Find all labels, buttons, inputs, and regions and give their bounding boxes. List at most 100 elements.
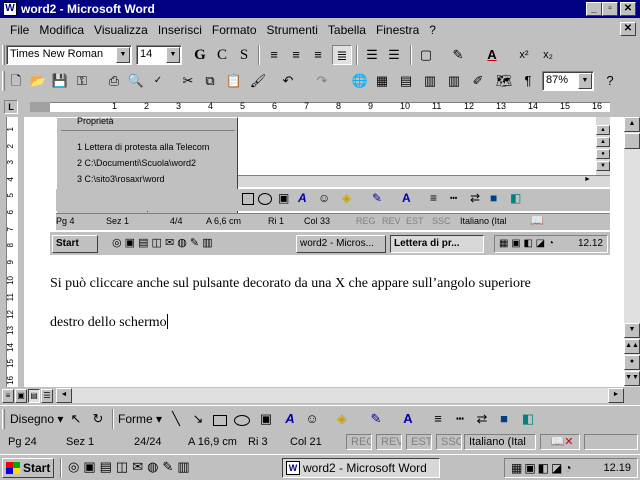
document-close-button[interactable]: ✕ [620,22,636,36]
menu-tabella[interactable]: Tabella [328,23,366,37]
subscript-icon[interactable]: x₂ [538,45,558,65]
line-style-icon[interactable]: ≡ [428,409,448,429]
save-icon[interactable]: 💾 [50,71,70,91]
word-app-icon[interactable]: W [3,2,17,16]
status-language[interactable]: Italiano (Ital [464,434,536,450]
shadow-icon[interactable]: ■ [494,409,514,429]
copy-icon[interactable]: ⧉ [200,71,220,91]
chevron-down-icon[interactable]: ▼ [578,73,592,89]
drawing-icon[interactable]: ✐ [468,71,488,91]
minimize-button[interactable]: _ [586,2,602,16]
maximize-button[interactable]: ▫ [602,2,618,16]
insert-table-icon[interactable]: ▤ [396,71,416,91]
menu-inserisci[interactable]: Inserisci [158,23,202,37]
scroll-up-icon[interactable]: ▲ [624,117,640,132]
cut-icon[interactable]: ✂ [178,71,198,91]
wordart-icon[interactable]: A [280,409,300,429]
bullets-icon[interactable]: ☰ [384,45,404,65]
status-reg[interactable]: REG [346,434,372,450]
menu-visualizza[interactable]: Visualizza [94,23,148,37]
vertical-scrollbar[interactable]: ▲ ▼ ▲▲ ● ▼▼ [624,117,640,387]
status-rev[interactable]: REV [376,434,402,450]
tray-icons[interactable]: ▦▣◧◪◔ [511,459,574,477]
drawing-menu-button[interactable]: Disegno ▾ [10,412,63,426]
chevron-down-icon[interactable]: ▼ [166,47,180,63]
font-size-combo[interactable]: 14 ▼ [136,45,182,65]
document-text-line-1[interactable]: Si può cliccare anche sul pulsante decor… [50,276,531,292]
task-word2-button[interactable]: W word2 - Microsoft Word [282,458,440,478]
spelling-status-icon[interactable]: 📖✕ [540,434,580,450]
print-preview-icon[interactable]: 🔍 [126,71,146,91]
web-layout-view-icon[interactable]: ▣ [15,389,27,403]
arrow-icon[interactable]: ↘ [188,409,208,429]
font-color-draw-icon[interactable]: A [398,409,418,429]
undo-icon[interactable]: ↶ [278,71,298,91]
format-painter-icon[interactable]: 🖌 [248,71,268,91]
help-icon[interactable]: ? [600,71,620,91]
next-page-icon[interactable]: ▼▼ [624,371,640,386]
align-left-icon[interactable]: ≡ [264,45,284,65]
toolbar-grip[interactable] [2,409,5,429]
columns-icon[interactable]: ▥ [444,71,464,91]
font-name-combo[interactable]: Times New Roman ▼ [6,45,132,65]
italic-button[interactable]: C [212,45,232,65]
oval-icon[interactable] [234,415,250,426]
select-objects-icon[interactable]: ↖ [66,409,86,429]
free-rotate-icon[interactable]: ↻ [88,409,108,429]
start-button[interactable]: Start [2,458,54,478]
line-color-icon[interactable]: ✎ [366,409,386,429]
print-icon[interactable]: ⎙ [104,71,124,91]
status-ssc[interactable]: SSC [436,434,462,450]
normal-view-icon[interactable]: ≡ [2,389,14,403]
dash-style-icon[interactable]: ┅ [450,409,470,429]
highlight-icon[interactable]: ✎ [448,45,468,65]
print-layout-view-icon[interactable]: ▤ [28,389,40,403]
scroll-thumb[interactable] [624,133,640,149]
align-right-icon[interactable]: ≡ [308,45,328,65]
underline-button[interactable]: S [234,45,254,65]
menu-modifica[interactable]: Modifica [39,23,84,37]
toolbar-grip[interactable] [2,71,5,91]
3d-icon[interactable]: ◧ [518,409,538,429]
chevron-down-icon[interactable]: ▼ [116,47,130,63]
paste-icon[interactable]: 📋 [224,71,244,91]
line-icon[interactable]: ╲ [166,409,186,429]
text-box-icon[interactable]: ▣ [256,409,276,429]
outline-view-icon[interactable]: ☰ [41,389,53,403]
menu-formato[interactable]: Formato [212,23,257,37]
tab-selector[interactable]: L [4,100,18,114]
clipart-icon[interactable]: ☺ [302,409,322,429]
document-map-icon[interactable]: 🗺 [494,71,514,91]
superscript-icon[interactable]: x² [514,45,534,65]
tables-borders-icon[interactable]: ▦ [372,71,392,91]
font-color-icon[interactable]: A [482,45,502,65]
open-folder-icon[interactable]: 📂 [28,71,48,91]
toolbar-grip[interactable] [2,45,5,65]
fill-color-icon[interactable]: ◈ [332,409,352,429]
scroll-right-icon[interactable]: ► [608,388,624,403]
select-browse-object-icon[interactable]: ● [624,355,640,370]
menu-strumenti[interactable]: Strumenti [267,23,318,37]
permission-icon[interactable]: ⚿ [72,71,92,91]
numbering-icon[interactable]: ☰ [362,45,382,65]
scroll-left-icon[interactable]: ◄ [56,388,72,403]
menu-finestra[interactable]: Finestra [376,23,419,37]
show-formatting-icon[interactable]: ¶ [518,71,538,91]
new-document-icon[interactable]: 🗋 [6,71,26,91]
menu-help[interactable]: ? [429,23,436,37]
scroll-down-icon[interactable]: ▼ [624,323,640,338]
autoshapes-menu-button[interactable]: Forme ▾ [118,412,162,426]
document-text-line-2[interactable]: destro dello schermo [50,314,168,331]
insert-excel-icon[interactable]: ▥ [420,71,440,91]
previous-page-icon[interactable]: ▲▲ [624,339,640,354]
arrow-style-icon[interactable]: ⇄ [472,409,492,429]
menu-file[interactable]: File [10,23,29,37]
justify-icon[interactable]: ≣ [332,45,352,65]
rectangle-icon[interactable] [213,415,227,426]
hyperlink-icon[interactable]: 🌐 [350,71,370,91]
bold-button[interactable]: G [190,45,210,65]
align-center-icon[interactable]: ≡ [286,45,306,65]
spelling-icon[interactable]: ✓ [148,71,168,91]
redo-icon[interactable]: ↷ [312,71,332,91]
borders-icon[interactable]: ▢ [416,45,436,65]
